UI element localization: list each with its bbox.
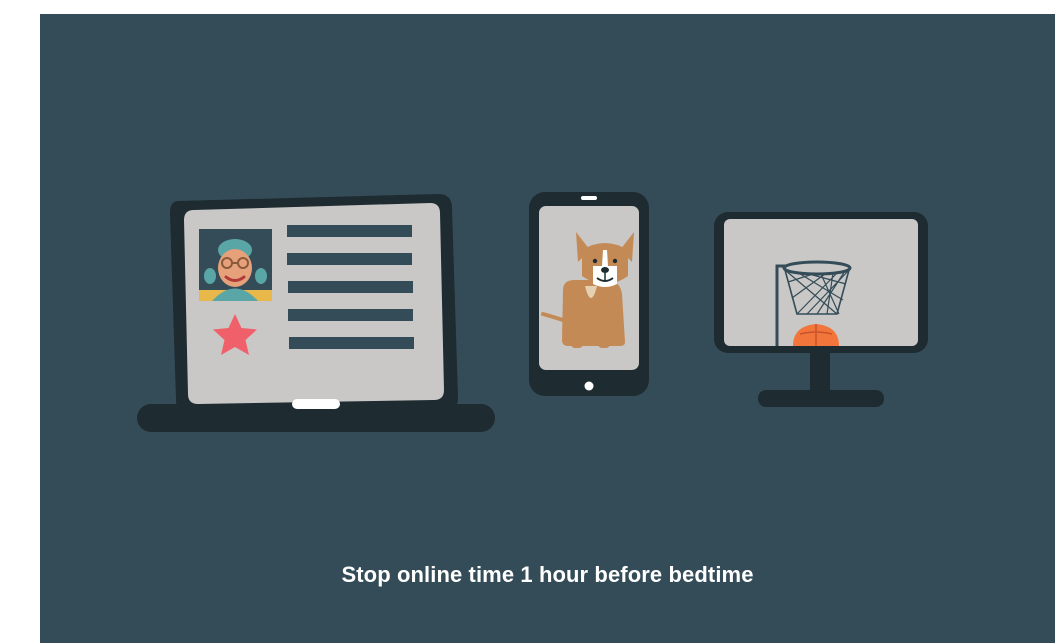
avatar-icon <box>199 229 272 301</box>
laptop-icon <box>137 194 495 432</box>
page: Stop online time 1 hour before bedtime <box>0 0 1055 643</box>
slide: Stop online time 1 hour before bedtime <box>40 14 1055 643</box>
slide-caption: Stop online time 1 hour before bedtime <box>341 562 754 587</box>
phone-icon <box>529 192 649 396</box>
devices-illustration <box>137 192 928 432</box>
monitor-icon <box>714 212 928 407</box>
